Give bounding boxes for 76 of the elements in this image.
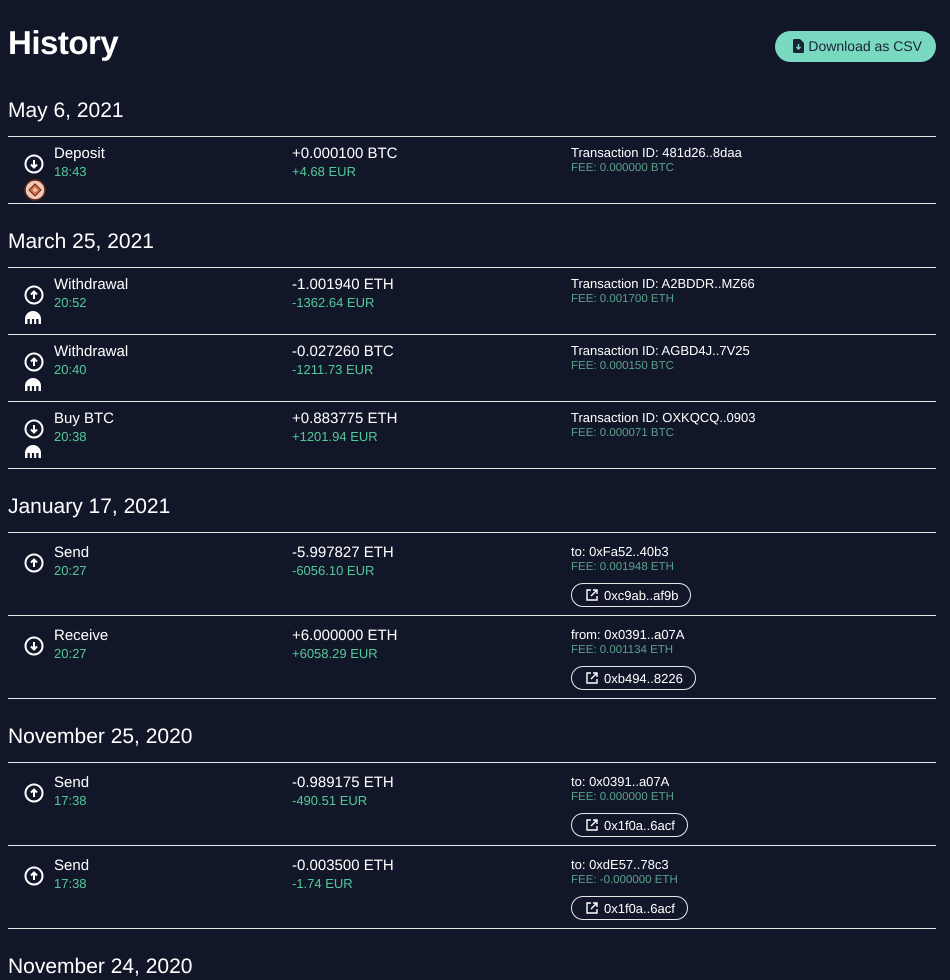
crypto-amount: -0.027260 BTC bbox=[292, 342, 394, 361]
transaction-time: 20:27 bbox=[54, 562, 87, 579]
transaction-type: Withdrawal bbox=[54, 275, 128, 294]
date-heading: November 24, 2020 bbox=[8, 954, 194, 980]
transaction-time: 18:43 bbox=[54, 163, 87, 180]
external-link-icon bbox=[586, 672, 598, 684]
arrow-down-circle-icon bbox=[24, 419, 44, 439]
transaction-detail: Transaction ID: OXKQCQ..0903 bbox=[571, 409, 756, 426]
transaction-detail: to: 0xdE57..78c3 bbox=[571, 856, 669, 873]
exchange-logo-icon bbox=[24, 444, 42, 458]
arrow-up-circle-icon bbox=[24, 783, 44, 803]
fiat-amount: -1.74 EUR bbox=[292, 875, 353, 892]
fiat-amount: +1201.94 EUR bbox=[292, 428, 378, 445]
crypto-amount: -1.001940 ETH bbox=[292, 275, 394, 294]
date-heading: March 25, 2021 bbox=[8, 229, 155, 255]
fiat-amount: +4.68 EUR bbox=[292, 163, 356, 180]
arrow-up-circle-icon bbox=[24, 285, 44, 305]
fee-text: FEE: 0.000000 BTC bbox=[571, 161, 674, 176]
transaction-time: 20:27 bbox=[54, 645, 87, 662]
fiat-amount: +6058.29 EUR bbox=[292, 645, 378, 662]
fee-text: FEE: 0.000150 BTC bbox=[571, 359, 674, 374]
transaction-detail: Transaction ID: A2BDDR..MZ66 bbox=[571, 275, 755, 292]
fee-text: FEE: 0.000000 ETH bbox=[571, 790, 674, 805]
transaction-type: Receive bbox=[54, 626, 108, 645]
date-heading: January 17, 2021 bbox=[8, 494, 172, 520]
exchange-logo-icon bbox=[24, 377, 42, 391]
transaction-time: 20:38 bbox=[54, 428, 87, 445]
transaction-time: 17:38 bbox=[54, 875, 87, 892]
transaction-hash-link[interactable]: 0x1f0a..6acf bbox=[571, 896, 688, 920]
arrow-up-circle-icon bbox=[24, 866, 44, 886]
crypto-amount: +0.000100 BTC bbox=[292, 144, 398, 163]
transaction-hash-link[interactable]: 0x1f0a..6acf bbox=[571, 813, 688, 837]
external-link-icon bbox=[586, 902, 598, 914]
transaction-hash-link[interactable]: 0xc9ab..af9b bbox=[571, 583, 692, 607]
transaction-detail: to: 0x0391..a07A bbox=[571, 773, 670, 790]
arrow-up-circle-icon bbox=[24, 352, 44, 372]
fiat-amount: -490.51 EUR bbox=[292, 792, 368, 809]
arrow-down-circle-icon bbox=[24, 636, 44, 656]
transaction-detail: to: 0xFa52..40b3 bbox=[571, 543, 669, 560]
file-download-icon bbox=[793, 39, 804, 53]
fee-text: FEE: -0.000000 ETH bbox=[571, 873, 678, 888]
external-link-icon bbox=[586, 819, 598, 831]
transaction-detail: Transaction ID: AGBD4J..7V25 bbox=[571, 342, 750, 359]
page-title: History bbox=[8, 24, 118, 62]
crypto-amount: -5.997827 ETH bbox=[292, 543, 394, 562]
fee-text: FEE: 0.000071 BTC bbox=[571, 426, 674, 441]
exchange-logo-icon bbox=[24, 310, 42, 324]
arrow-up-circle-icon bbox=[24, 553, 44, 573]
transaction-hash-link[interactable]: 0xb494..8226 bbox=[571, 666, 696, 690]
fee-text: FEE: 0.001948 ETH bbox=[571, 560, 674, 575]
transaction-detail: Transaction ID: 481d26..8daa bbox=[571, 144, 742, 161]
fee-text: FEE: 0.001134 ETH bbox=[571, 643, 674, 658]
download-csv-button[interactable]: Download as CSV bbox=[775, 30, 936, 62]
transaction-type: Send bbox=[54, 543, 90, 562]
coin-icon bbox=[24, 179, 46, 201]
transaction-type: Deposit bbox=[54, 144, 105, 163]
date-heading: November 25, 2020 bbox=[8, 724, 194, 750]
transaction-type: Send bbox=[54, 856, 90, 875]
fiat-amount: -1362.64 EUR bbox=[292, 294, 374, 311]
crypto-amount: +6.000000 ETH bbox=[292, 626, 398, 645]
external-link-icon bbox=[586, 589, 598, 601]
crypto-amount: -0.003500 ETH bbox=[292, 856, 394, 875]
transaction-type: Send bbox=[54, 773, 90, 792]
transaction-type: Buy BTC bbox=[54, 409, 114, 428]
transaction-time: 20:40 bbox=[54, 361, 87, 378]
fee-text: FEE: 0.001700 ETH bbox=[571, 292, 674, 307]
transaction-time: 20:52 bbox=[54, 294, 87, 311]
transaction-detail: from: 0x0391..a07A bbox=[571, 626, 684, 643]
crypto-amount: -0.989175 ETH bbox=[292, 773, 394, 792]
arrow-down-circle-icon bbox=[24, 154, 44, 174]
fiat-amount: -1211.73 EUR bbox=[292, 361, 374, 378]
transaction-time: 17:38 bbox=[54, 792, 87, 809]
fiat-amount: -6056.10 EUR bbox=[292, 562, 374, 579]
transaction-type: Withdrawal bbox=[54, 342, 128, 361]
date-heading: May 6, 2021 bbox=[8, 98, 125, 124]
crypto-amount: +0.883775 ETH bbox=[292, 409, 398, 428]
